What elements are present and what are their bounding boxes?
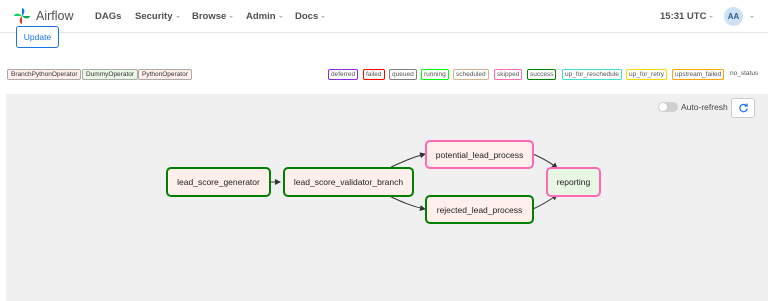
node-label: rejected_lead_process <box>436 204 523 215</box>
node-potential-lead-process[interactable]: potential_lead_process <box>425 140 534 169</box>
node-lead-score-generator[interactable]: lead_score_generator <box>166 167 271 197</box>
node-lead-score-validator-branch[interactable]: lead_score_validator_branch <box>283 167 414 197</box>
node-label: lead_score_validator_branch <box>293 177 404 187</box>
node-reporting[interactable]: reporting <box>546 167 601 197</box>
node-rejected-lead-process[interactable]: rejected_lead_process <box>425 195 534 224</box>
node-label: potential_lead_process <box>435 149 524 160</box>
node-label: lead_score_generator <box>177 177 260 187</box>
edge-potential-reporting <box>532 153 558 169</box>
edge-rejected-reporting <box>532 194 558 210</box>
dag-edges <box>270 152 558 211</box>
node-label: reporting <box>556 177 591 187</box>
